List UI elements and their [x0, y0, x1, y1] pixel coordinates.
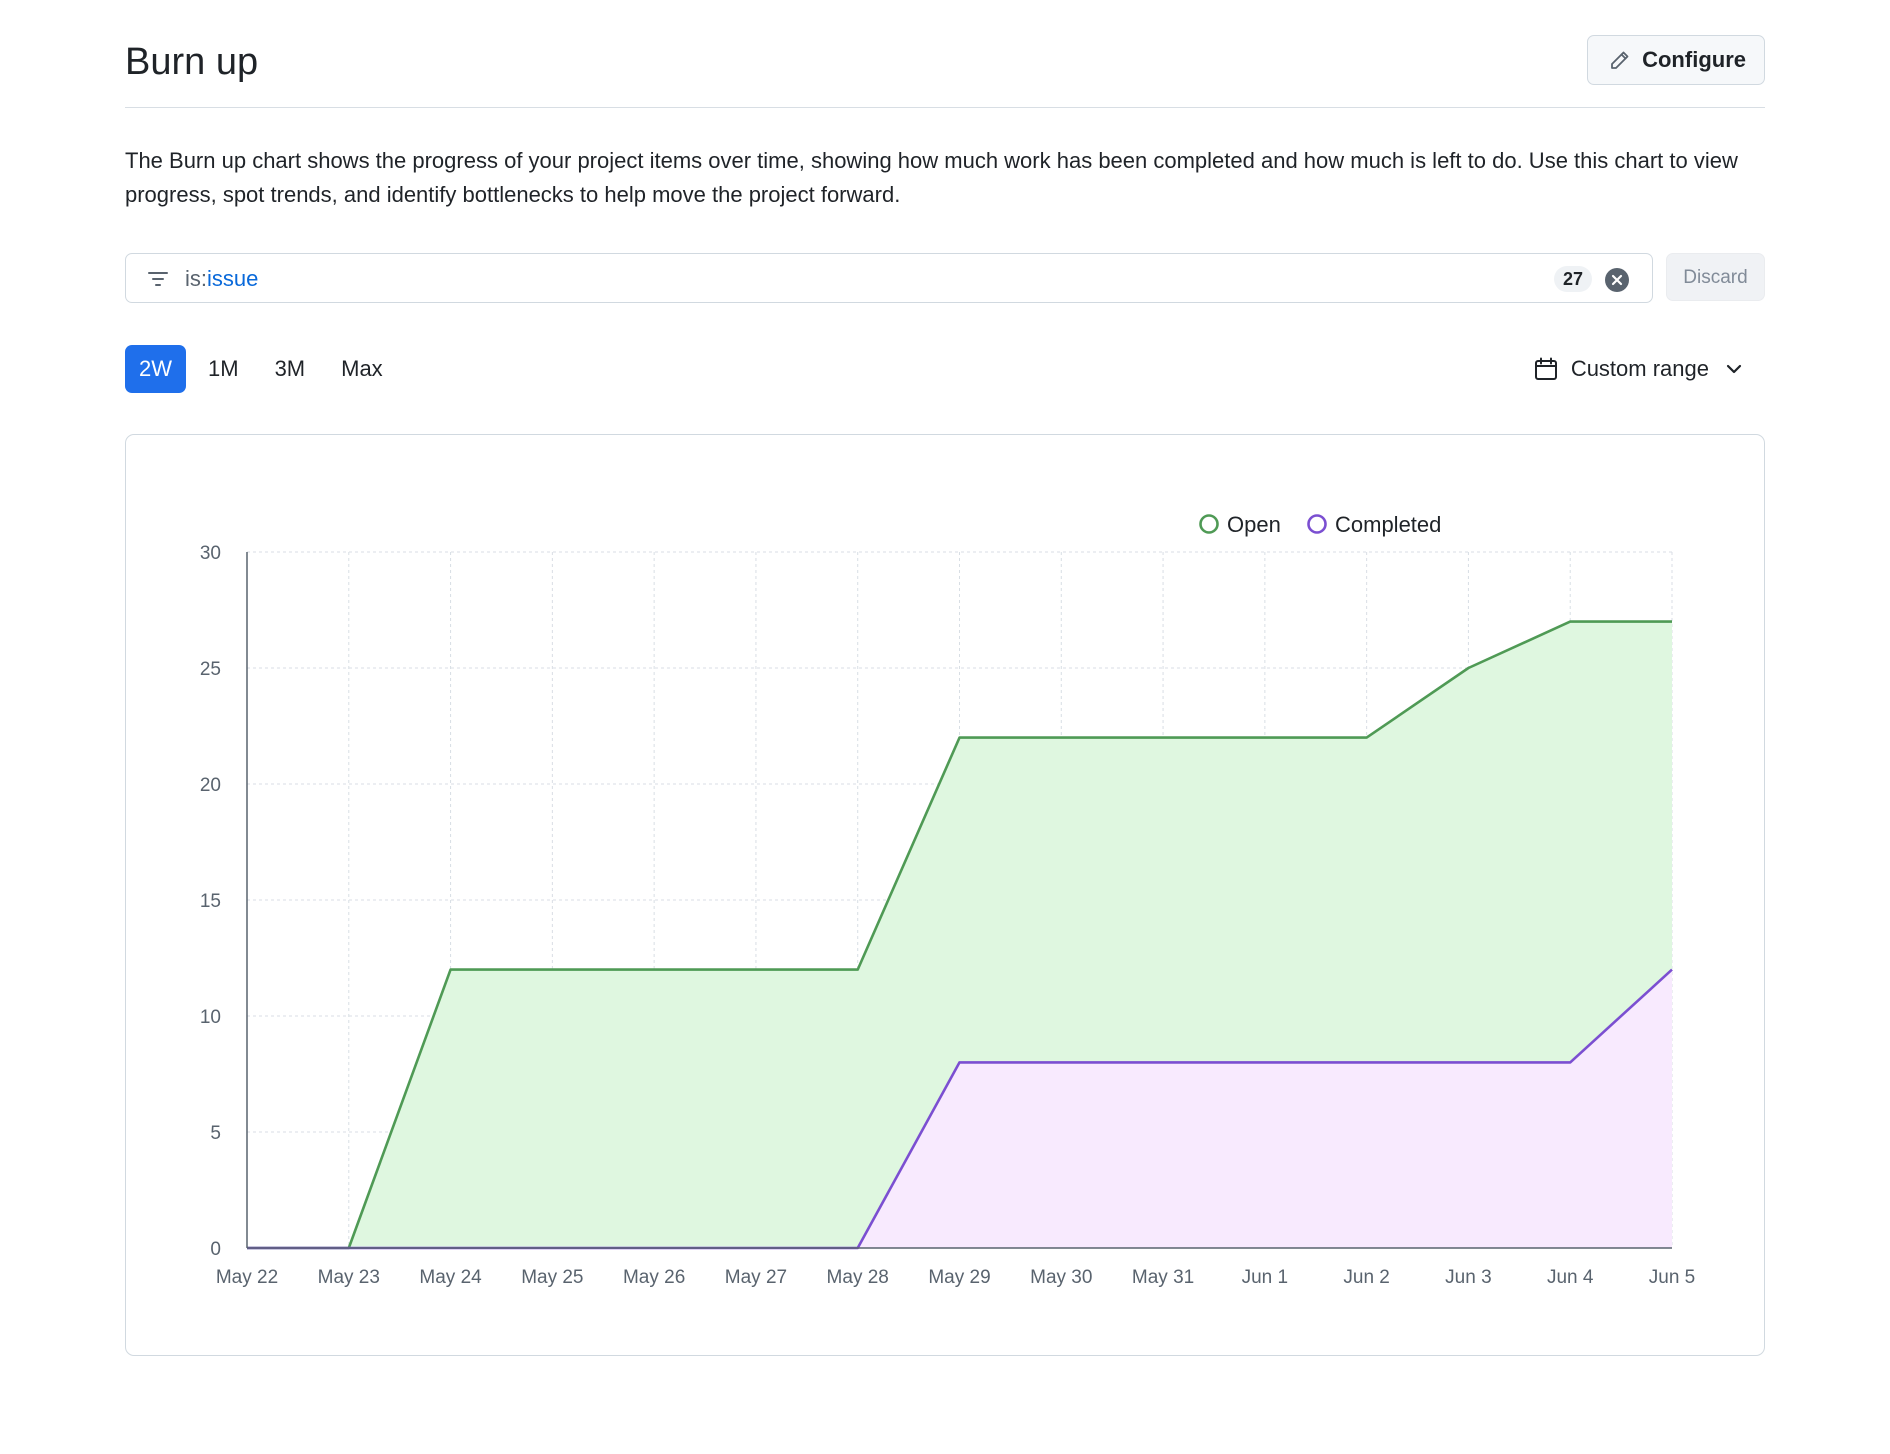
pencil-icon	[1611, 51, 1629, 69]
page-title: Burn up	[125, 41, 259, 83]
range-tabs: 2W 1M 3M Max	[125, 345, 397, 393]
filter-query-key: is:	[185, 266, 207, 291]
range-tab-max[interactable]: Max	[327, 345, 397, 393]
x-tick-label: May 25	[521, 1267, 583, 1288]
legend-item-completed[interactable]: Completed	[1307, 512, 1442, 537]
x-tick-label: Jun 4	[1547, 1267, 1594, 1288]
x-tick-label: May 27	[725, 1267, 787, 1288]
burn-up-chart: 0 5 10 15 20 25 30 May 22 May 23 May 24 May 25 May …	[200, 512, 1695, 1288]
x-tick-label: May 31	[1132, 1267, 1194, 1288]
calendar-icon	[1534, 357, 1557, 380]
custom-range-label: Custom range	[1570, 356, 1709, 381]
configure-button[interactable]: Configure	[1587, 35, 1765, 85]
legend-label: Completed	[1335, 512, 1441, 537]
y-tick-label: 0	[210, 1239, 221, 1260]
filter-query: is:issue	[185, 265, 258, 293]
configure-button-label: Configure	[1642, 47, 1746, 72]
x-tick-label: May 28	[827, 1267, 889, 1288]
x-tick-label: May 26	[623, 1267, 685, 1288]
x-tick-label: Jun 5	[1649, 1267, 1695, 1288]
x-tick-label: Jun 2	[1343, 1267, 1389, 1288]
x-tick-label: Jun 1	[1242, 1267, 1288, 1288]
x-tick-label: Jun 3	[1445, 1267, 1491, 1288]
chart-description: The Burn up chart shows the progress of …	[125, 148, 1738, 207]
y-tick-label: 10	[200, 1007, 221, 1028]
x-tick-label: May 29	[928, 1267, 990, 1288]
discard-button[interactable]: Discard	[1666, 253, 1765, 301]
range-tab-2w[interactable]: 2W	[125, 345, 186, 393]
range-tab-1m[interactable]: 1M	[194, 345, 253, 393]
x-circle-icon[interactable]	[1604, 267, 1630, 293]
x-tick-label: May 24	[419, 1267, 482, 1288]
filter-icon	[148, 272, 168, 286]
legend-label: Open	[1227, 512, 1281, 537]
burn-up-chart-card: 0 5 10 15 20 25 30 May 22 May 23 May 24 May 25 May …	[125, 434, 1765, 1356]
x-tick-label: May 30	[1030, 1267, 1092, 1288]
page-header: Burn up Configure	[125, 35, 1765, 108]
x-tick-label: May 23	[318, 1267, 380, 1288]
legend-item-open[interactable]: Open	[1199, 512, 1281, 537]
y-tick-label: 15	[200, 891, 221, 912]
y-tick-label: 5	[210, 1123, 221, 1144]
filter-input[interactable]: is:issue 27	[125, 253, 1653, 303]
filter-query-value: issue	[207, 266, 259, 291]
chart-legend: Open Completed	[1199, 512, 1442, 537]
legend-marker	[1199, 514, 1219, 534]
y-tick-label: 30	[200, 543, 221, 564]
chevron-down-icon	[1726, 364, 1742, 374]
range-tab-3m[interactable]: 3M	[261, 345, 320, 393]
x-tick-label: May 22	[216, 1267, 278, 1288]
result-count-badge: 27	[1554, 266, 1592, 292]
y-tick-label: 25	[200, 659, 221, 680]
legend-marker	[1307, 514, 1327, 534]
custom-range-dropdown[interactable]: Custom range	[1533, 345, 1747, 393]
y-tick-label: 20	[200, 775, 221, 796]
